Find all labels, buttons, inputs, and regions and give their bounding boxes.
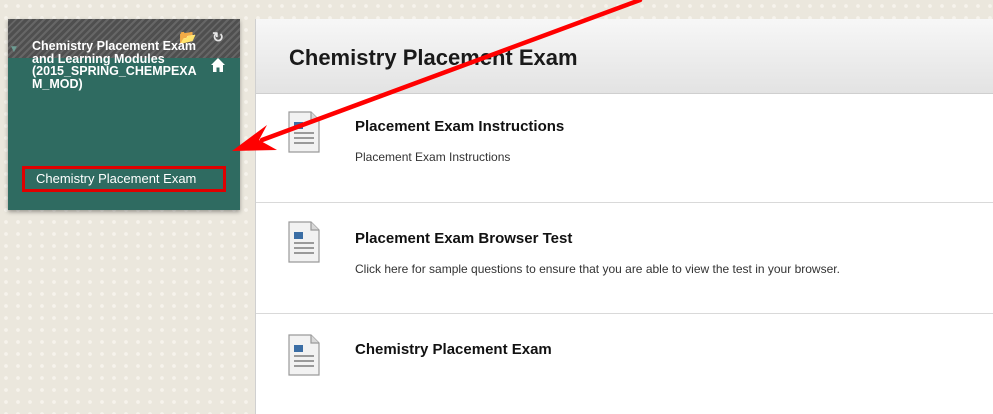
home-icon[interactable] (210, 57, 226, 73)
document-icon (288, 334, 320, 376)
item-title-link[interactable]: Placement Exam Browser Test (355, 230, 572, 247)
content-item: Chemistry Placement Exam (256, 314, 993, 414)
item-description: Placement Exam Instructions (355, 150, 511, 164)
menu-item-chemistry-placement-exam[interactable]: Chemistry Placement Exam (22, 166, 226, 192)
content-item: Placement Exam Browser Test Click here f… (256, 203, 993, 314)
content-item: Placement Exam Instructions Placement Ex… (256, 95, 993, 203)
collapse-arrow-icon[interactable]: ▼ (9, 44, 19, 55)
item-description: Click here for sample questions to ensur… (355, 262, 840, 276)
document-icon (288, 221, 320, 263)
page-header: Chemistry Placement Exam (256, 19, 993, 94)
item-title-link[interactable]: Placement Exam Instructions (355, 118, 564, 135)
content-panel: Chemistry Placement Exam Placement Exam … (255, 19, 993, 414)
refresh-icon[interactable]: ↻ (207, 27, 229, 47)
item-title-link[interactable]: Chemistry Placement Exam (355, 341, 552, 358)
course-title[interactable]: Chemistry Placement Exam and Learning Mo… (32, 40, 197, 90)
page-title: Chemistry Placement Exam (289, 45, 578, 70)
document-icon (288, 111, 320, 153)
